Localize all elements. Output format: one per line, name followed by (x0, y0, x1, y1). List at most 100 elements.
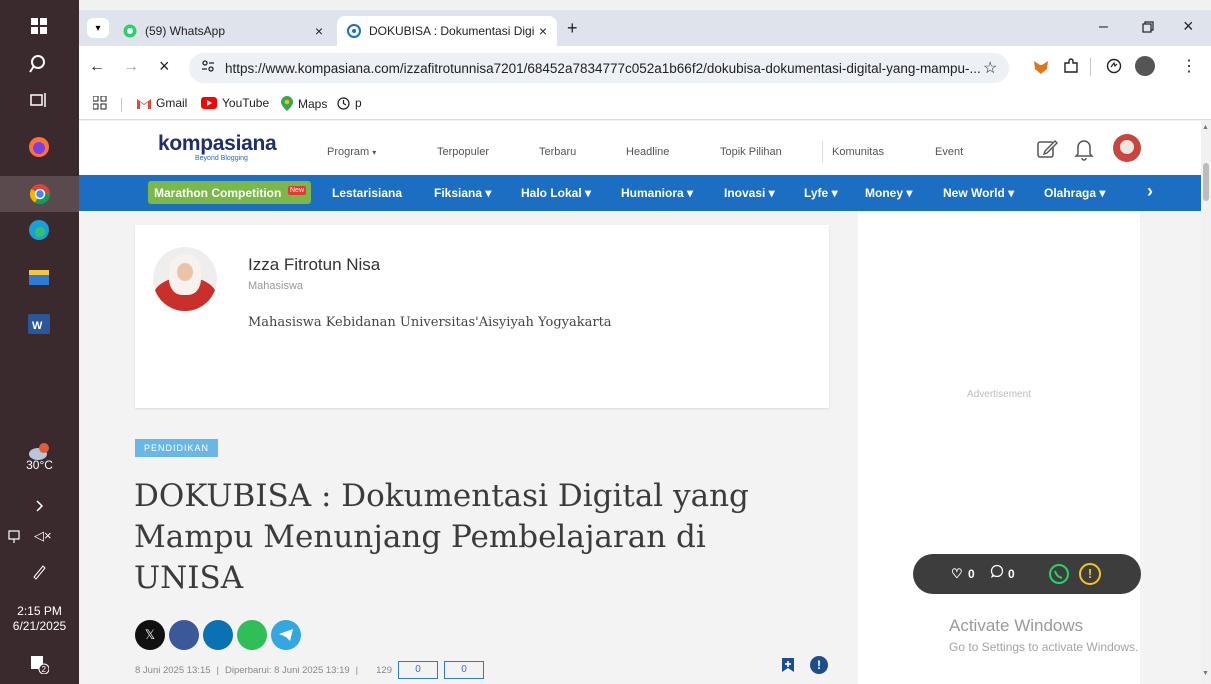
clock-time[interactable]: 2:15 PM (0, 604, 79, 618)
search-icon[interactable] (27, 52, 51, 76)
share-whatsapp-icon[interactable] (237, 620, 267, 650)
nav-terbaru[interactable]: Terbaru (539, 146, 576, 158)
cat-lyfe[interactable]: Lyfe ▾ (804, 186, 838, 200)
cat-inovasi[interactable]: Inovasi ▾ (724, 186, 775, 200)
author-avatar[interactable] (153, 247, 217, 311)
tab-search-chevron-icon[interactable]: ▾ (87, 18, 109, 38)
author-role: Mahasiswa (248, 280, 304, 292)
bookmarks-divider (121, 98, 122, 112)
svg-text:W: W (32, 320, 43, 332)
author-name[interactable]: Izza Fitrotun Nisa (248, 255, 380, 275)
word-icon[interactable]: W (27, 312, 51, 336)
bookmark-add-icon[interactable] (781, 657, 795, 678)
like-count: 0 (968, 567, 975, 581)
profile-avatar-icon[interactable] (1135, 56, 1155, 76)
tab-title: DOKUBISA : Dokumentasi Digit (369, 24, 534, 38)
forward-arrow-icon[interactable]: → (123, 58, 139, 76)
scroll-down-arrow-icon[interactable]: ▼ (1202, 670, 1209, 677)
nav-event[interactable]: Event (935, 146, 963, 158)
comment-bubble-icon[interactable] (990, 564, 1004, 581)
clock-date[interactable]: 6/21/2025 (0, 619, 79, 633)
page-scrollbar[interactable]: ▲ ▼ (1201, 121, 1211, 684)
cat-new-world[interactable]: New World ▾ (943, 186, 1014, 200)
nav-terpopuler[interactable]: Terpopuler (437, 146, 489, 158)
notification-bell-icon[interactable] (1074, 137, 1094, 166)
volume-muted-icon[interactable]: ◁× (34, 528, 52, 544)
like-heart-icon[interactable]: ♡ (951, 566, 963, 582)
chevron-right-icon[interactable] (27, 494, 51, 518)
close-tab-icon[interactable]: × (539, 23, 547, 39)
bookmark-label: Gmail (156, 96, 188, 110)
site-logo[interactable]: kompasiana (158, 132, 277, 156)
history-clock-icon (337, 96, 350, 110)
browser-tab-strip: ▾ (59) WhatsApp × DOKUBISA : Dokumentasi… (79, 10, 1211, 46)
firefox-icon[interactable] (27, 135, 51, 159)
edge-icon[interactable] (27, 218, 51, 242)
cat-humaniora[interactable]: Humaniora ▾ (621, 186, 693, 200)
category-bar: Marathon Competition New Lestarisiana Fi… (79, 175, 1201, 211)
scroll-up-arrow-icon[interactable]: ▲ (1202, 124, 1209, 131)
network-icon[interactable] (7, 530, 23, 546)
share-linkedin-icon[interactable] (203, 620, 233, 650)
task-view-icon[interactable] (27, 88, 51, 112)
bookmark-gmail[interactable]: Gmail (137, 96, 187, 110)
bookmark-label: p (355, 96, 362, 110)
cat-halo-lokal[interactable]: Halo Lokal ▾ (521, 186, 591, 200)
report-icon[interactable]: ! (810, 656, 828, 674)
back-arrow-icon[interactable]: ← (89, 58, 105, 76)
metamask-icon[interactable] (1033, 59, 1049, 80)
cat-money[interactable]: Money ▾ (865, 186, 912, 200)
address-bar[interactable]: https://www.kompasiana.com/izzafitrotunn… (189, 53, 1009, 83)
tab-dokubisa[interactable]: DOKUBISA : Dokumentasi Digit × (337, 16, 557, 46)
windows-start-icon[interactable] (27, 14, 51, 38)
notifications-icon[interactable]: 2 (27, 652, 51, 676)
user-avatar[interactable] (1113, 134, 1141, 162)
cat-fiksiana[interactable]: Fiksiana ▾ (434, 186, 491, 200)
caret-down-icon: ▾ (372, 148, 377, 157)
report-alert-icon[interactable]: ! (1079, 563, 1101, 585)
nav-komunitas[interactable]: Komunitas (832, 146, 884, 158)
activate-windows-subtitle: Go to Settings to activate Windows. (949, 640, 1139, 654)
stop-loading-icon[interactable]: × (159, 56, 170, 77)
bookmark-p[interactable]: p (337, 96, 362, 110)
close-tab-icon[interactable]: × (315, 23, 323, 39)
comment-count-box[interactable]: 0 (444, 661, 484, 679)
category-tag[interactable]: PENDIDIKAN (135, 439, 219, 457)
whatsapp-icon (123, 24, 137, 38)
bookmark-maps[interactable]: Maps (281, 96, 327, 111)
nav-topik-pilihan[interactable]: Topik Pilihan (720, 146, 782, 158)
floating-reaction-bar: ♡ 0 0 ! (913, 554, 1141, 594)
performance-icon[interactable] (1106, 58, 1122, 79)
bookmark-youtube[interactable]: YouTube (201, 96, 269, 110)
scrollbar-thumb[interactable] (1203, 163, 1209, 201)
new-tab-button[interactable]: + (567, 18, 578, 39)
write-post-icon[interactable] (1036, 138, 1058, 165)
nav-headline[interactable]: Headline (626, 146, 669, 158)
share-facebook-icon[interactable] (169, 620, 199, 650)
cat-lestarisiana[interactable]: Lestarisiana (332, 186, 402, 200)
url-text: https://www.kompasiana.com/izzafitrotunn… (225, 60, 981, 76)
rating-count-box[interactable]: 0 (398, 661, 438, 679)
tab-whatsapp[interactable]: (59) WhatsApp × (113, 16, 333, 46)
pen-icon[interactable] (27, 560, 51, 584)
cat-olahraga[interactable]: Olahraga ▾ (1044, 186, 1105, 200)
whatsapp-share-icon[interactable] (1048, 563, 1070, 588)
apps-grid-icon[interactable] (93, 96, 107, 110)
share-telegram-icon[interactable] (271, 620, 301, 650)
close-window-icon[interactable]: × (1183, 16, 1194, 37)
menu-kebab-icon[interactable]: ⋮ (1181, 56, 1197, 76)
weather-temperature: 30°C (26, 458, 53, 472)
site-info-icon[interactable] (201, 59, 215, 76)
minimize-icon[interactable]: – (1099, 18, 1108, 36)
author-bio: Mahasiswa Kebidanan Universitas'Aisyiyah… (248, 315, 612, 330)
marathon-competition-button[interactable]: Marathon Competition New (148, 181, 311, 204)
category-next-chevron-icon[interactable]: › (1147, 181, 1153, 202)
extensions-puzzle-icon[interactable] (1063, 58, 1079, 79)
restore-icon[interactable] (1142, 20, 1154, 38)
nav-program[interactable]: Program ▾ (327, 146, 376, 158)
chrome-icon[interactable] (0, 176, 79, 212)
share-x-icon[interactable]: 𝕏 (135, 620, 165, 650)
maps-pin-icon (281, 96, 293, 111)
bookmark-star-icon[interactable]: ☆ (983, 58, 997, 78)
file-explorer-icon[interactable] (27, 265, 51, 289)
